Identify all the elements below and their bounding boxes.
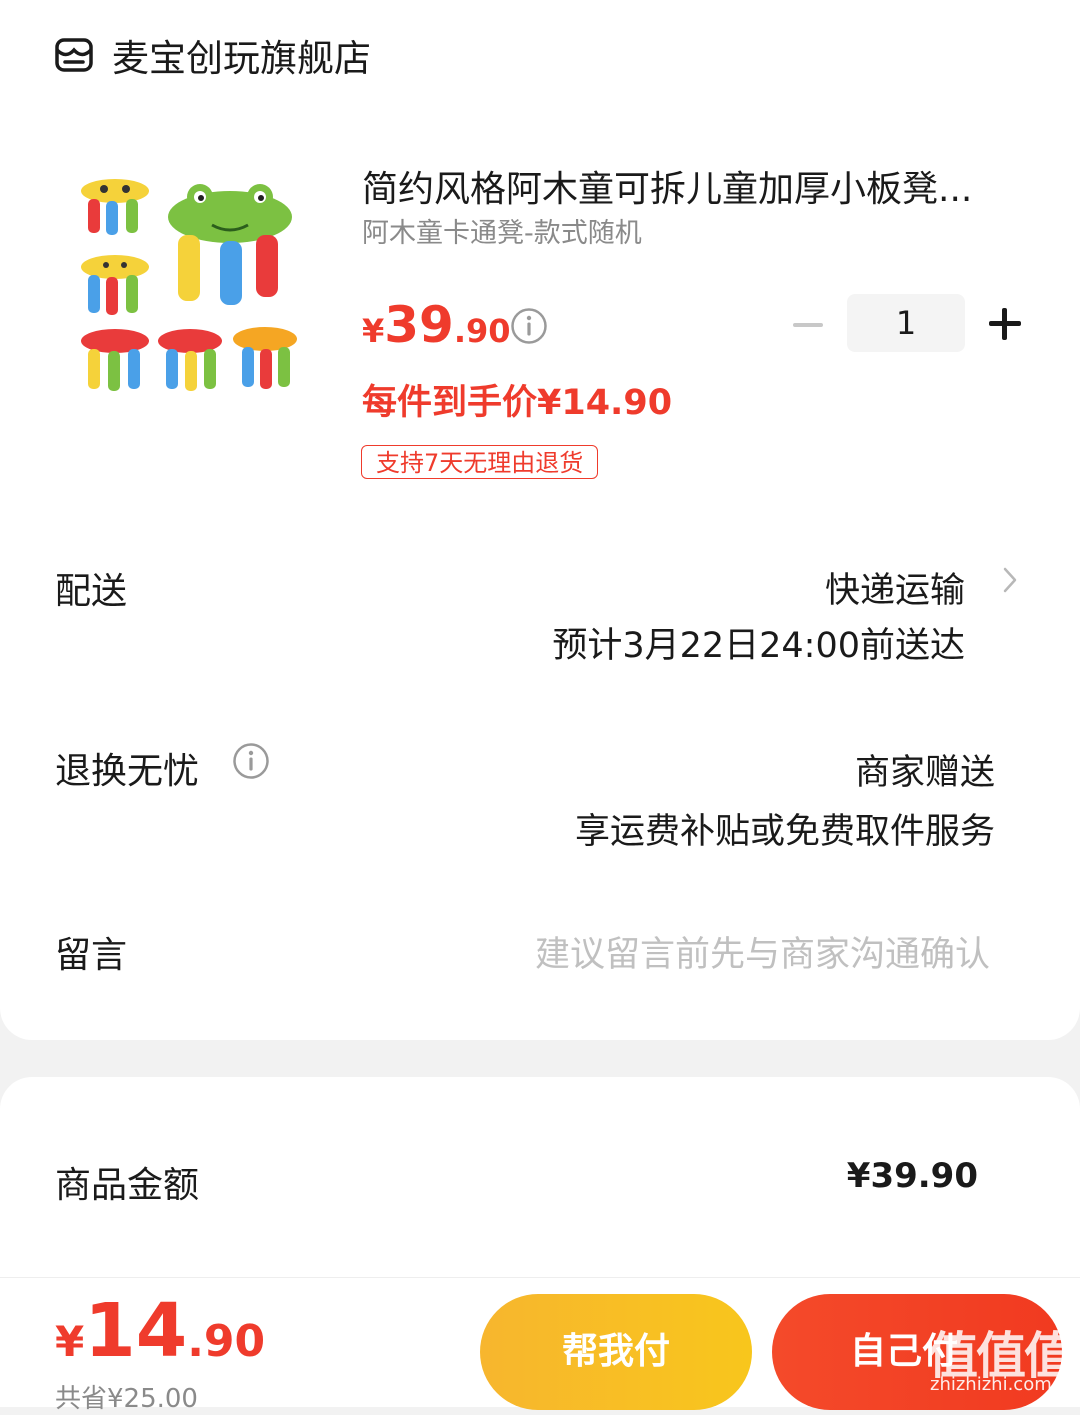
price-info-icon[interactable] xyxy=(510,307,548,345)
product-title[interactable]: 简约风格阿木童可拆儿童加厚小板凳... xyxy=(362,160,1022,212)
total-currency: ¥ xyxy=(55,1317,85,1366)
returns-info-icon[interactable] xyxy=(232,742,270,780)
returns-label: 退换无忧 xyxy=(55,751,200,792)
return-policy-badge: 支持7天无理由退货 xyxy=(361,445,599,479)
total-price: ¥ 14 .90 xyxy=(55,1288,265,1374)
note-input[interactable]: 建议留言前先与商家沟通确认 xyxy=(535,926,990,977)
savings-text: 共省¥25.00 xyxy=(55,1384,198,1414)
quantity-input[interactable]: 1 xyxy=(847,294,965,352)
subtotal-label: 商品金额 xyxy=(55,1165,200,1206)
deal-price: 每件到手价¥14.90 xyxy=(362,383,673,423)
store-name: 麦宝创玩旗舰店 xyxy=(112,37,371,80)
store-header[interactable]: 麦宝创玩旗舰店 xyxy=(54,28,371,82)
subtotal-value: ¥39.90 xyxy=(846,1156,978,1196)
total-decimal: .90 xyxy=(187,1316,266,1367)
delivery-eta: 预计3月22日24:00前送达 xyxy=(552,626,965,666)
product-price: ¥ 39 .90 xyxy=(362,296,511,354)
delivery-label: 配送 xyxy=(55,571,128,612)
total-integer: 14 xyxy=(84,1288,188,1374)
watermark-site: zhizhizhi.com xyxy=(930,1374,1052,1395)
store-icon xyxy=(55,38,93,72)
note-label: 留言 xyxy=(55,935,128,976)
returns-description: 享运费补贴或免费取件服务 xyxy=(574,812,995,852)
delivery-method[interactable]: 快递运输 xyxy=(825,562,965,613)
order-card xyxy=(0,0,1080,1040)
product-spec[interactable]: 阿木童卡通凳-款式随机 xyxy=(362,211,642,250)
chevron-right-icon[interactable] xyxy=(1002,566,1018,594)
product-image[interactable] xyxy=(70,165,310,405)
price-decimal: .90 xyxy=(453,312,511,350)
price-currency: ¥ xyxy=(362,312,385,350)
quantity-decrease-button[interactable] xyxy=(788,305,828,345)
quantity-increase-button[interactable] xyxy=(985,304,1025,344)
minus-icon xyxy=(793,323,823,327)
price-integer: 39 xyxy=(384,296,454,354)
returns-gift: 商家赠送 xyxy=(854,753,995,793)
help-pay-button[interactable]: 帮我付 xyxy=(480,1294,752,1410)
